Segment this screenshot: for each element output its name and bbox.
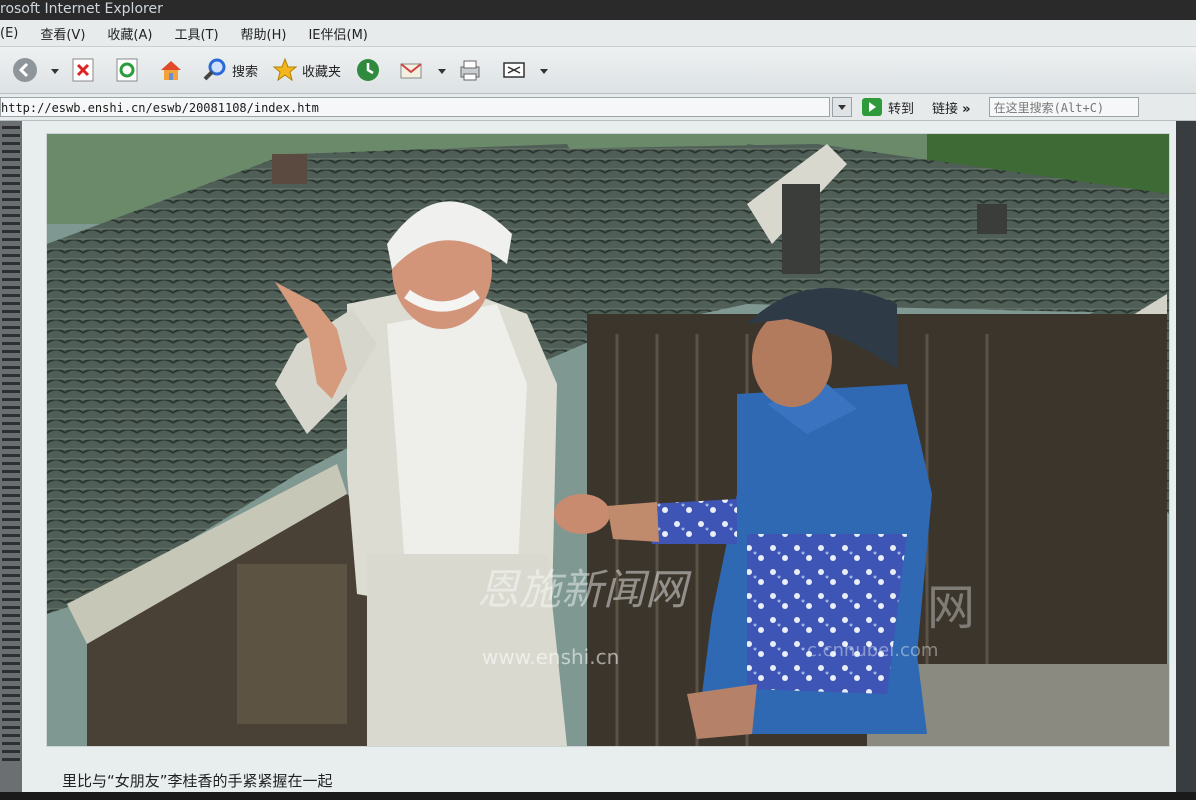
menu-item-ie-companion[interactable]: IE伴侣(M) [308,24,367,43]
history-icon [355,57,381,83]
search-label: 搜索 [232,64,259,80]
mail-icon [399,57,425,83]
menu-item-help[interactable]: 帮助(H) [241,24,287,43]
menu-item-view[interactable]: 查看(V) [40,24,85,43]
star-icon [272,57,298,83]
window-title: rosoft Internet Explorer [0,1,163,17]
edit-button[interactable] [501,57,549,83]
links-button[interactable]: 链接 » [932,98,971,117]
photo-caption: 里比与“女朋友”李桂香的手紧紧握在一起 [62,772,333,790]
printer-icon [457,57,483,83]
menu-bar: (E) 查看(V) 收藏(A) 工具(T) 帮助(H) IE伴侣(M) [0,20,1196,47]
address-input[interactable]: http://eswb.enshi.cn/eswb/20081108/index… [0,97,830,117]
menu-item-edit[interactable]: (E) [0,26,18,41]
page-scrollbar[interactable] [1176,121,1196,800]
mail-button[interactable] [399,57,447,83]
print-button[interactable] [457,57,487,83]
stop-button[interactable] [70,57,100,83]
links-label: 链接 [932,101,959,117]
bottom-edge [0,792,1196,800]
edit-page-icon [501,57,527,83]
standard-toolbar: 搜索 收藏夹 [0,47,1196,94]
watermark-logo: 恩施新闻网 [477,565,692,614]
news-photo: 恩施新闻网 www.enshi.cn 网 c.cnhubei.com [46,133,1170,747]
back-arrow-icon [12,57,38,83]
watermark-url: www.enshi.cn [482,645,619,669]
edit-dropdown-icon [531,57,549,83]
chevron-right-icon: » [962,101,971,117]
refresh-icon [114,57,140,83]
refresh-button[interactable] [114,57,144,83]
history-button[interactable] [355,57,385,83]
toolbar-search-input[interactable]: 在这里搜索(Alt+C) [988,97,1139,117]
search-button[interactable]: 搜索 [202,57,258,83]
go-label: 转到 [888,101,915,117]
back-button[interactable] [12,57,59,83]
watermark-net: 网 [927,580,975,636]
go-button[interactable]: 转到 [862,98,914,117]
favorites-button[interactable]: 收藏夹 [272,57,341,83]
address-url: http://eswb.enshi.cn/eswb/20081108/index… [1,101,319,115]
watermark-cnhubei: c.cnhubei.com [807,640,938,661]
go-arrow-icon [862,98,882,116]
home-button[interactable] [158,57,188,83]
photo-illustration: 恩施新闻网 www.enshi.cn 网 c.cnhubei.com [47,134,1169,746]
home-icon [158,57,184,83]
address-dropdown-button[interactable] [832,97,852,117]
mail-dropdown-icon [429,57,447,83]
favorites-label: 收藏夹 [302,64,342,80]
menu-item-tools[interactable]: 工具(T) [174,24,218,43]
search-icon [202,57,228,83]
address-bar: http://eswb.enshi.cn/eswb/20081108/index… [0,94,1196,121]
window-titlebar: rosoft Internet Explorer [0,0,1196,20]
search-placeholder: 在这里搜索(Alt+C) [993,101,1105,115]
background-newspaper-page [0,121,22,800]
menu-item-favorites[interactable]: 收藏(A) [107,24,152,43]
stop-icon [70,57,96,83]
back-dropdown-icon [42,57,59,83]
